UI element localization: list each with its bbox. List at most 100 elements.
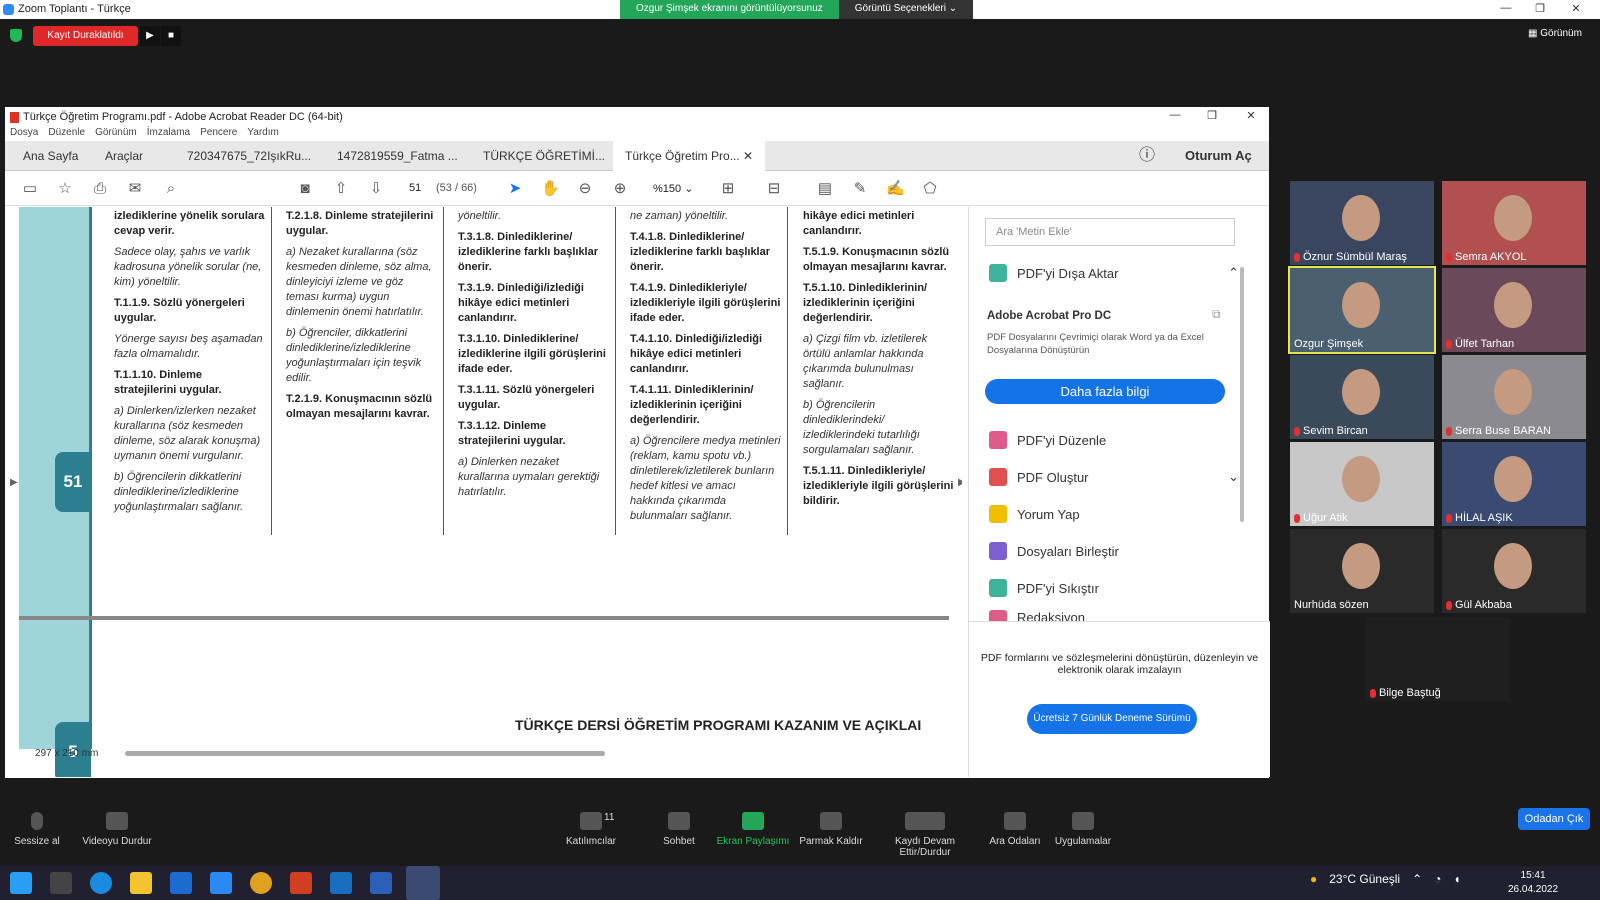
acrobat-minimize-icon[interactable]: — — [1165, 109, 1185, 121]
expand-right-pane-icon[interactable]: ▶ — [958, 477, 962, 488]
prev-page-icon[interactable]: ⇧ — [332, 180, 350, 198]
hand-tool-icon[interactable]: ✋ — [541, 180, 560, 198]
bookmark-star-icon[interactable]: ☆ — [56, 180, 74, 198]
menu-sign[interactable]: İmzalama — [147, 127, 190, 138]
tray-chevron-icon[interactable]: ⌃ — [1412, 872, 1422, 886]
restore-icon[interactable]: ❐ — [1530, 2, 1550, 15]
store-icon[interactable] — [210, 872, 232, 894]
stop-video-button[interactable]: Videoyu Durdur — [72, 812, 162, 847]
horizontal-scrollbar[interactable] — [125, 751, 605, 756]
participant-tile[interactable]: Semra AKYOL — [1442, 181, 1586, 265]
save-icon[interactable]: ▭ — [21, 180, 39, 198]
resume-recording-icon[interactable]: ▶ — [140, 26, 160, 46]
chevron-up-icon[interactable]: ⌃ — [1228, 265, 1239, 281]
participant-tile[interactable]: Öznur Sümbül Maraş — [1290, 181, 1434, 265]
sign-icon[interactable]: ✍ — [886, 180, 905, 198]
fill-sign-icon[interactable]: ⬠ — [921, 180, 939, 198]
view-options-button[interactable]: Görüntü Seçenekleri ⌄ — [838, 0, 974, 19]
tab-tools[interactable]: Araçlar — [93, 141, 155, 171]
tab-close-icon[interactable]: ✕ — [743, 149, 753, 163]
tools-pane-scrollbar[interactable] — [1240, 267, 1244, 522]
task-view-icon[interactable] — [50, 872, 72, 894]
tools-search-input[interactable]: Ara 'Metin Ekle' — [985, 218, 1235, 246]
mute-button[interactable]: Sessize al — [0, 812, 82, 847]
mail-icon[interactable] — [170, 872, 192, 894]
edit-pdf-item[interactable]: PDF'yi Düzenle — [989, 427, 1239, 453]
leave-room-button[interactable]: Odadan Çık — [1518, 808, 1590, 830]
raise-hand-button[interactable]: Parmak Kaldır — [786, 812, 876, 847]
view-button[interactable]: ▦ Görünüm — [1528, 28, 1582, 39]
compress-pdf-item[interactable]: PDF'yi Sıkıştır — [989, 575, 1239, 601]
participant-tile[interactable]: Gül Akbaba — [1442, 529, 1586, 613]
email-icon[interactable]: ✉ — [126, 180, 144, 198]
windows-start-icon[interactable] — [10, 872, 32, 894]
collapse-left-icon[interactable]: ▶ — [10, 477, 18, 488]
share-screen-button[interactable]: Ekran Paylaşımı — [708, 812, 798, 847]
stop-recording-icon[interactable]: ■ — [161, 26, 181, 46]
next-page-icon[interactable]: ⇩ — [367, 180, 385, 198]
participant-face — [1342, 543, 1380, 589]
recording-status-button[interactable]: Kayıt Duraklatıldı — [33, 26, 138, 46]
taskbar-clock[interactable]: 15:41 26.04.2022 — [1508, 869, 1558, 897]
participant-tile[interactable]: Uğur Atik — [1290, 442, 1434, 526]
participant-tile[interactable]: Ozgur Şimşek — [1288, 266, 1436, 354]
tab-document-2[interactable]: 1472819559_Fatma ... — [325, 141, 470, 171]
edge-browser-icon[interactable] — [90, 872, 112, 894]
weather-text[interactable]: 23°C Güneşli — [1329, 872, 1400, 886]
select-cursor-icon[interactable]: ➤ — [506, 180, 524, 198]
zoom-taskbar-icon[interactable] — [406, 866, 440, 900]
help-icon[interactable]: ⓘ — [1127, 141, 1167, 171]
print-icon[interactable]: ⎙ — [91, 180, 109, 198]
acrobat-restore-icon[interactable]: ❐ — [1202, 109, 1222, 122]
tab-home[interactable]: Ana Sayfa — [11, 141, 90, 171]
comment-icon[interactable]: ▤ — [816, 180, 834, 198]
page-number-input[interactable]: 51 — [409, 182, 421, 194]
zoom-level-select[interactable]: %150 ⌄ — [653, 182, 693, 195]
record-toggle-button[interactable]: Kaydı Devam Ettir/Durdur — [870, 812, 980, 858]
minimize-icon[interactable]: — — [1496, 2, 1516, 14]
acrobat-close-icon[interactable]: ✕ — [1241, 109, 1261, 122]
scroll-mode-icon[interactable]: ⊟ — [765, 180, 783, 198]
office-icon[interactable] — [290, 872, 312, 894]
copy-icon[interactable]: ⧉ — [1212, 307, 1221, 322]
menu-view[interactable]: Görünüm — [95, 127, 137, 138]
participant-tile[interactable]: HİLAL AŞIK — [1442, 442, 1586, 526]
volume-icon[interactable]: ◖ — [1453, 872, 1460, 886]
zoom-out-icon[interactable]: ⊖ — [576, 180, 594, 198]
highlight-pen-icon[interactable]: ✎ — [851, 180, 869, 198]
participant-tile[interactable]: Serra Buse BARAN — [1442, 355, 1586, 439]
search-icon[interactable]: ⌕ — [162, 180, 180, 198]
apps-button[interactable]: Uygulamalar — [1038, 812, 1128, 847]
more-info-button[interactable]: Daha fazla bilgi — [985, 379, 1225, 404]
chevron-down-icon[interactable]: ⌄ — [1228, 469, 1239, 485]
participant-tile[interactable]: Nurhüda sözen — [1290, 529, 1434, 613]
tab-document-1[interactable]: 720347675_72IşıkRu... — [175, 141, 323, 171]
menu-help[interactable]: Yardım — [247, 127, 279, 138]
combine-files-item[interactable]: Dosyaları Birleştir — [989, 538, 1239, 564]
menu-window[interactable]: Pencere — [200, 127, 237, 138]
participant-tile[interactable]: Ülfet Tarhan — [1442, 268, 1586, 352]
network-icon[interactable]: ◔ — [1434, 872, 1441, 886]
participants-button[interactable]: Katılımcılar — [546, 812, 636, 847]
participant-tile[interactable]: Sevim Bircan — [1290, 355, 1434, 439]
tab-document-active[interactable]: Türkçe Öğretim Pro... ✕ — [613, 141, 766, 171]
export-pdf-item[interactable]: PDF'yi Dışa Aktar ⌃ — [989, 260, 1239, 286]
create-pdf-item[interactable]: PDF Oluştur ⌄ — [989, 464, 1239, 490]
word-icon[interactable] — [370, 872, 392, 894]
participant-tile[interactable]: Bilge Baştuğ — [1366, 617, 1510, 701]
file-explorer-icon[interactable] — [130, 872, 152, 894]
snapshot-icon[interactable]: ◙ — [296, 180, 314, 198]
signin-button[interactable]: Oturum Aç — [1173, 141, 1264, 171]
tab-document-3[interactable]: TÜRKÇE ÖĞRETİMİ... — [471, 141, 617, 171]
free-trial-button[interactable]: Ücretsiz 7 Günlük Deneme Sürümü — [1027, 704, 1197, 734]
chrome-icon[interactable] — [250, 872, 272, 894]
comment-item[interactable]: Yorum Yap — [989, 501, 1239, 527]
close-icon[interactable]: ✕ — [1566, 2, 1586, 15]
menu-file[interactable]: Dosya — [10, 127, 38, 138]
fit-page-icon[interactable]: ⊞ — [719, 180, 737, 198]
photos-icon[interactable] — [330, 872, 352, 894]
pdf-document-view[interactable]: 51 5 ▶ izlediklerine yönelik sorulara ce… — [5, 207, 962, 777]
zoom-in-icon[interactable]: ⊕ — [611, 180, 629, 198]
menu-edit[interactable]: Düzenle — [48, 127, 85, 138]
security-shield-icon[interactable] — [10, 29, 22, 42]
